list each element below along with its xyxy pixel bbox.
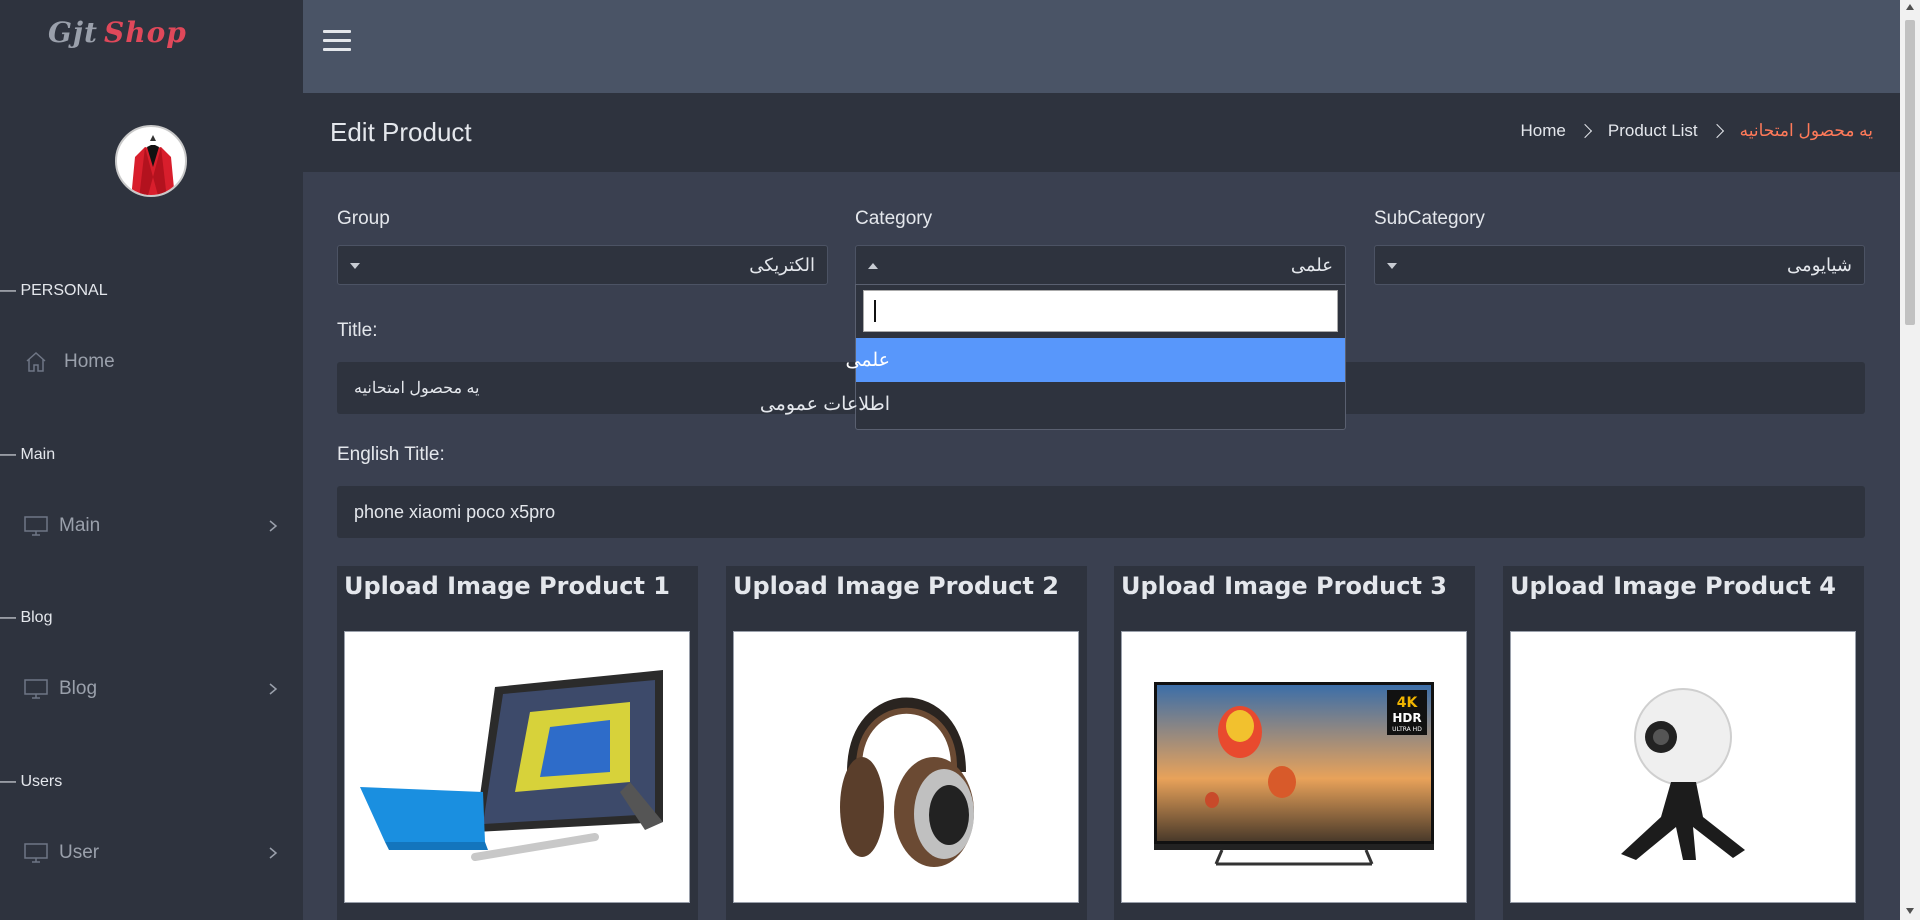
scrollbar-thumb[interactable]: [1905, 20, 1915, 325]
tv-badge-4k: 4K: [1397, 695, 1419, 711]
top-bar: [303, 0, 1900, 93]
chevron-right-icon: [269, 847, 278, 859]
dropdown-search-input[interactable]: [863, 290, 1338, 332]
group-select[interactable]: الکتریکی: [337, 245, 828, 285]
upload-card-3: Upload Image Product 3 4K HDR ULTRA HD: [1114, 566, 1475, 920]
chevron-right-icon: [1577, 123, 1592, 139]
home-icon: [24, 350, 48, 374]
dropdown-option[interactable]: علمی: [846, 338, 1345, 382]
scroll-down-icon[interactable]: [1906, 908, 1914, 914]
subcategory-select[interactable]: شیایومی: [1374, 245, 1865, 285]
sidebar: Gjt Shop — PERSONAL Home — Main Main — Bl…: [0, 0, 303, 920]
tv-badge-hdr: HDR: [1392, 711, 1421, 725]
english-title-input[interactable]: phone xiaomi poco x5pro: [337, 486, 1865, 538]
breadcrumb-home-link[interactable]: Home: [1521, 121, 1566, 141]
chevron-right-icon: [269, 520, 278, 532]
brand-part-2: Shop: [103, 16, 187, 49]
upload-card-title: Upload Image Product 3: [1121, 572, 1447, 600]
scroll-up-icon[interactable]: [1906, 4, 1914, 10]
upload-card-title: Upload Image Product 2: [733, 572, 1059, 600]
sidebar-item-label: Blog: [59, 678, 98, 699]
chevron-right-icon: [1709, 123, 1724, 139]
sidebar-item-user[interactable]: User: [0, 833, 303, 873]
subcategory-select-value: شیایومی: [1787, 254, 1852, 275]
upload-card-1: Upload Image Product 1: [337, 566, 698, 920]
section-heading-main: — Main: [0, 446, 56, 463]
caret-down-icon: [1387, 263, 1397, 269]
page-title: Edit Product: [330, 117, 472, 147]
product-image-tablet[interactable]: [344, 631, 690, 903]
sidebar-item-label: Main: [59, 515, 101, 536]
group-label: Group: [337, 208, 390, 229]
upload-card-title: Upload Image Product 1: [344, 572, 670, 600]
monitor-icon: [24, 677, 48, 701]
sidebar-item-home[interactable]: Home: [0, 342, 303, 382]
monitor-icon: [24, 514, 48, 538]
caret-up-icon: [868, 263, 878, 269]
breadcrumb-current: یه محصول امتحانیه: [1739, 121, 1873, 140]
breadcrumb: Home Product List یه محصول امتحانیه: [1521, 121, 1873, 141]
category-label: Category: [855, 208, 933, 229]
english-title-input-value: phone xiaomi poco x5pro: [354, 501, 556, 522]
sidebar-item-label: User: [59, 842, 100, 863]
section-heading-users: — Users: [0, 773, 63, 790]
category-select[interactable]: علمی: [855, 245, 1346, 285]
caret-down-icon: [350, 263, 360, 269]
upload-card-title: Upload Image Product 4: [1510, 572, 1836, 600]
page-header: Edit Product Home Product List یه محصول …: [303, 93, 1900, 172]
section-heading-blog: — Blog: [0, 609, 53, 626]
brand-part-1: Gjt: [48, 16, 98, 49]
chevron-right-icon: [269, 683, 278, 695]
category-select-value: علمی: [1290, 254, 1333, 275]
product-image-camera[interactable]: [1510, 631, 1856, 903]
menu-toggle-icon[interactable]: [323, 30, 351, 54]
english-title-label: English Title:: [337, 444, 445, 465]
sidebar-item-blog[interactable]: Blog: [0, 669, 303, 709]
sidebar-item-main[interactable]: Main: [0, 506, 303, 546]
upload-card-2: Upload Image Product 2: [726, 566, 1087, 920]
monitor-icon: [24, 841, 48, 865]
breadcrumb-product-list-link[interactable]: Product List: [1608, 121, 1698, 141]
avatar[interactable]: [115, 125, 187, 197]
category-dropdown: علمی اطلاعات عمومی: [760, 284, 1346, 430]
subcategory-label: SubCategory: [1374, 208, 1485, 229]
product-image-headphones[interactable]: [733, 631, 1079, 903]
dropdown-option[interactable]: اطلاعات عمومی: [760, 382, 1345, 426]
page-scrollbar[interactable]: [1900, 0, 1920, 920]
title-input-value: یه محصول امتحانیه: [354, 380, 480, 397]
title-label: Title:: [337, 320, 378, 341]
tv-badge-ultra-hd: ULTRA HD: [1392, 726, 1422, 733]
group-select-value: الکتریکی: [749, 254, 815, 275]
section-heading-personal: — PERSONAL: [0, 282, 108, 299]
upload-card-4: Upload Image Product 4: [1503, 566, 1864, 920]
brand-logo[interactable]: Gjt Shop: [48, 16, 187, 49]
product-image-television[interactable]: 4K HDR ULTRA HD: [1121, 631, 1467, 903]
sidebar-item-label: Home: [64, 351, 115, 372]
